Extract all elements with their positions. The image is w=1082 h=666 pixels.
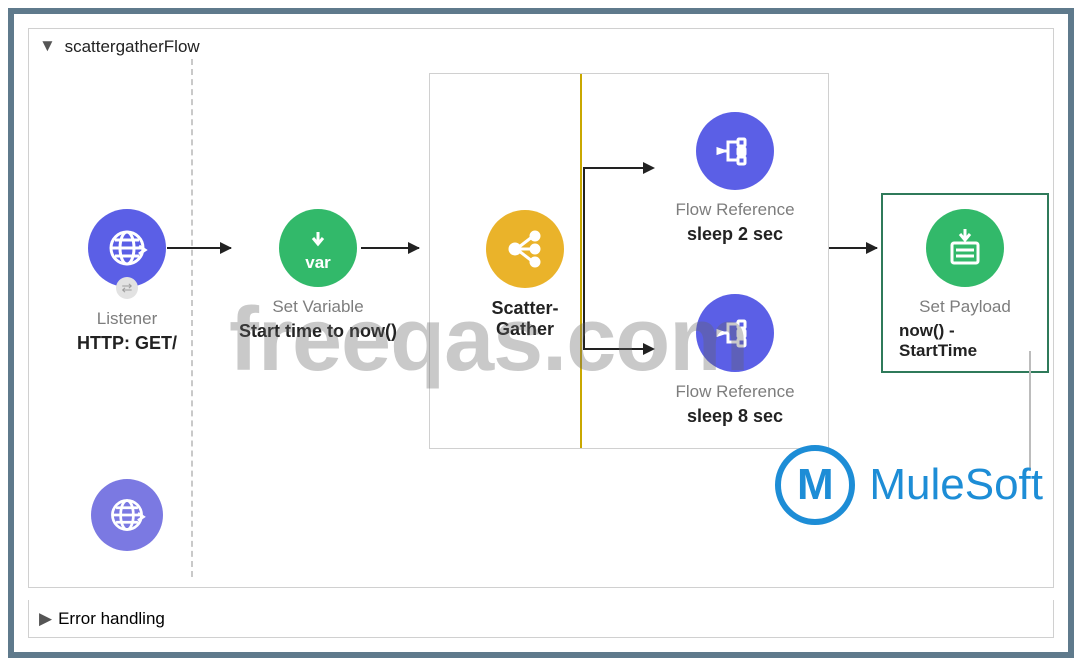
branch-line <box>583 249 585 349</box>
listener-type: Listener <box>97 309 157 329</box>
ref2-subtitle: sleep 8 sec <box>687 406 783 427</box>
setvar-type: Set Variable <box>272 297 363 317</box>
flow-ref-2[interactable]: Flow Reference sleep 8 sec <box>660 294 810 427</box>
canvas: ▼ scattergatherFlow ⇄ Listener HTTP: GET… <box>28 28 1054 638</box>
source-divider <box>191 59 193 577</box>
flow-title: scattergatherFlow <box>65 37 200 56</box>
flow-reference-icon <box>696 112 774 190</box>
collapse-icon: ▼ <box>39 36 56 56</box>
set-variable-icon: var <box>279 209 357 287</box>
setpayload-subtitle: now() - StartTime <box>899 321 1031 361</box>
scatter-gather-icon <box>486 210 564 288</box>
flow-section: ▼ scattergatherFlow ⇄ Listener HTTP: GET… <box>28 28 1054 588</box>
globe-icon <box>88 209 166 287</box>
scatter-gather-node[interactable]: Scatter-Gather <box>465 210 585 340</box>
arrow <box>829 247 877 249</box>
set-payload-node[interactable]: Set Payload now() - StartTime <box>881 193 1049 373</box>
flow-header[interactable]: ▼ scattergatherFlow <box>39 37 200 57</box>
listener-subtitle: HTTP: GET/ <box>77 333 177 354</box>
globe-icon <box>91 479 163 551</box>
flow-reference-icon <box>696 294 774 372</box>
var-text: var <box>305 253 331 273</box>
arrow-head <box>643 343 655 355</box>
mulesoft-logo-icon: M <box>775 445 855 525</box>
set-variable-node[interactable]: var Set Variable Start time to now() <box>233 209 403 342</box>
set-payload-icon <box>926 209 1004 287</box>
arrow <box>167 247 231 249</box>
ref1-subtitle: sleep 2 sec <box>687 224 783 245</box>
setpayload-type: Set Payload <box>919 297 1011 317</box>
branch-line <box>583 167 643 169</box>
scatter-gather-box: Scatter-Gather <box>429 73 829 449</box>
listener-node[interactable]: ⇄ Listener HTTP: GET/ <box>67 209 187 354</box>
exchange-icon: ⇄ <box>116 277 138 299</box>
flow-ref-1[interactable]: Flow Reference sleep 2 sec <box>660 112 810 245</box>
error-handling-section[interactable]: ▶ Error handling <box>28 600 1054 638</box>
error-handling-label: Error handling <box>58 609 165 629</box>
branch-line <box>583 167 585 249</box>
ref2-type: Flow Reference <box>675 382 794 402</box>
sg-label: Scatter-Gather <box>465 298 585 340</box>
arrow <box>361 247 419 249</box>
ref1-type: Flow Reference <box>675 200 794 220</box>
setvar-subtitle: Start time to now() <box>239 321 397 342</box>
mulesoft-text: MuleSoft <box>869 460 1043 510</box>
error-source-node[interactable] <box>77 479 177 551</box>
arrow-head <box>643 162 655 174</box>
branch-line <box>583 348 643 350</box>
mulesoft-brand: M MuleSoft <box>775 445 1043 525</box>
diagram-frame: ▼ scattergatherFlow ⇄ Listener HTTP: GET… <box>8 8 1074 658</box>
expand-icon: ▶ <box>39 609 52 629</box>
